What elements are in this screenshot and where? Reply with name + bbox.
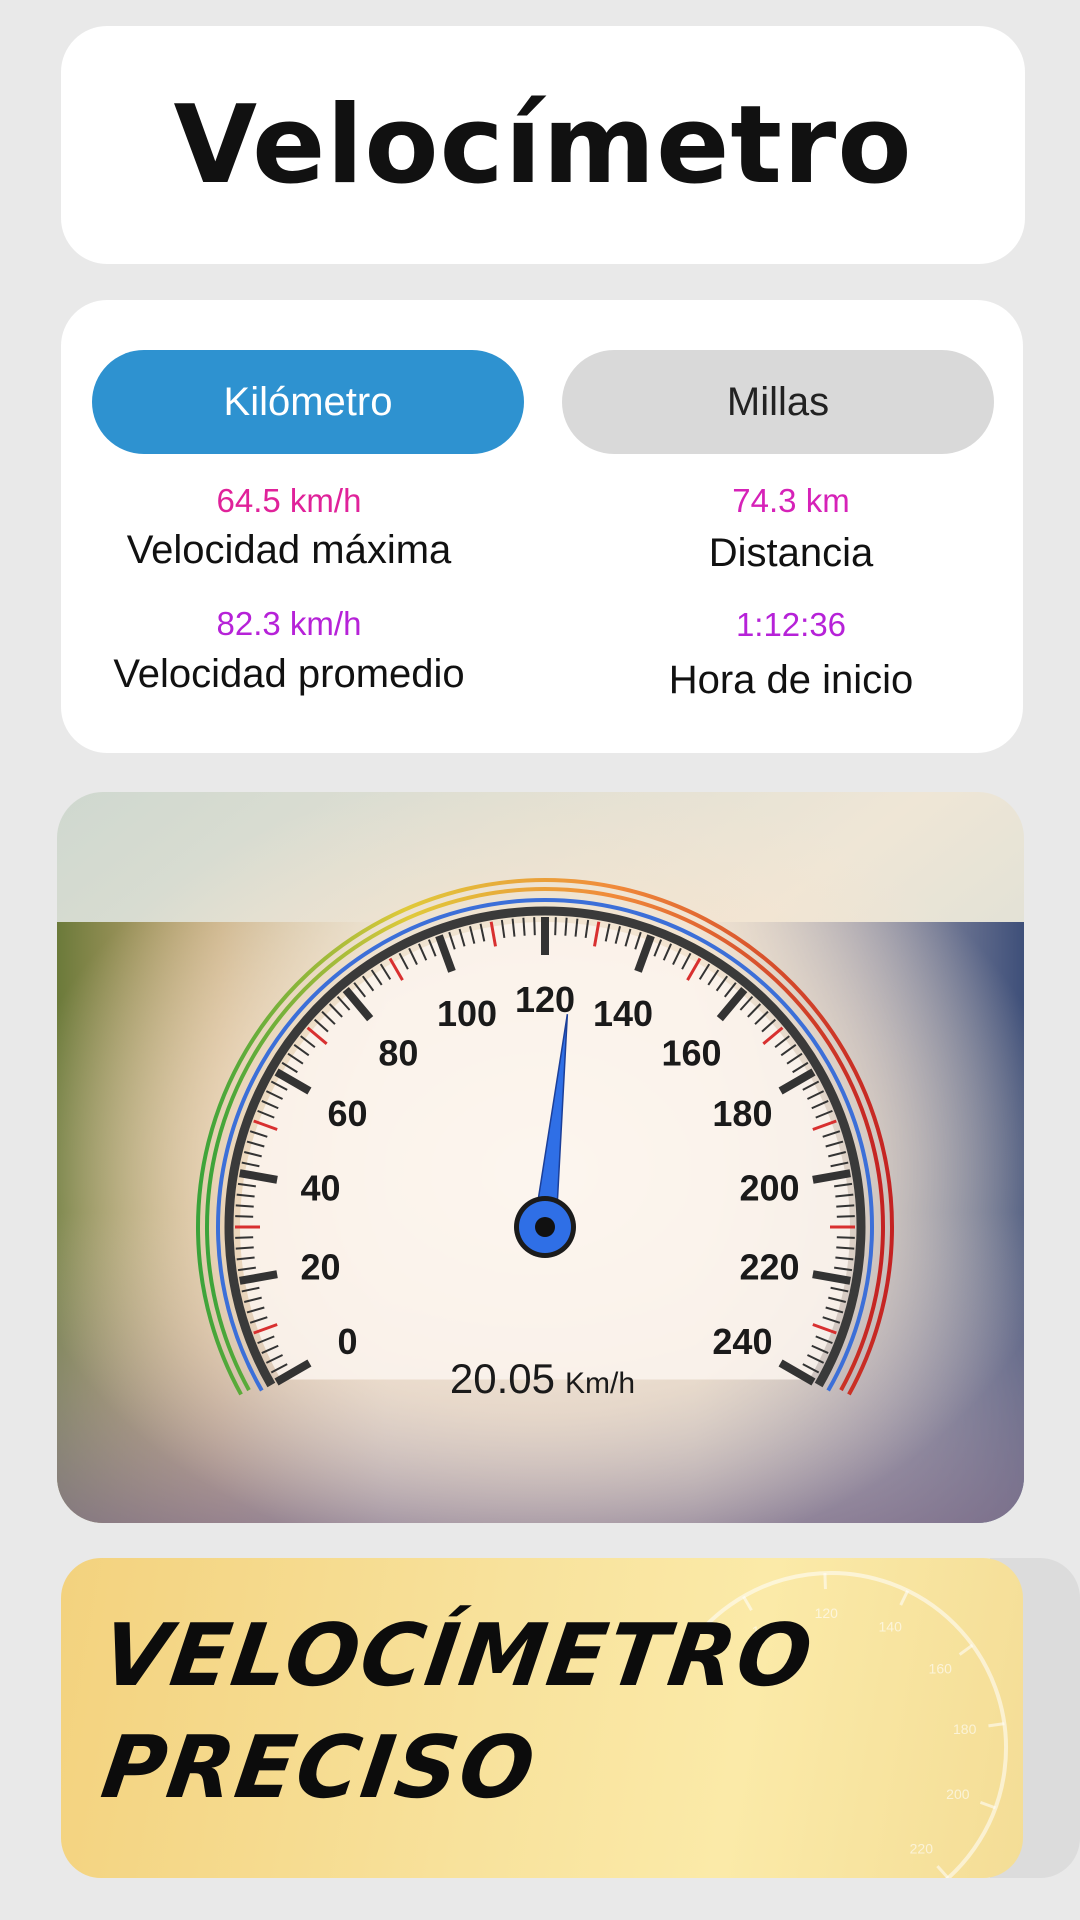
watermark-tick <box>823 1573 827 1590</box>
gauge-tick-label: 100 <box>437 993 497 1034</box>
gauge-tick <box>836 1246 855 1250</box>
max-speed-label: Velocidad máxima <box>126 528 452 572</box>
speedometer-gauge: 0 20 40 6080 100 120 140160 180 200 220 240 20.05 Km… <box>57 792 1024 1523</box>
distance-label: Distancia <box>708 531 874 575</box>
avg-speed-label: Velocidad promedio <box>113 652 465 696</box>
gauge-tick-label: 160 <box>662 1032 722 1073</box>
gauge-tick <box>554 917 557 936</box>
start-time-label: Hora de inicio <box>668 658 914 702</box>
max-speed-value: 64.5 km/h <box>216 482 362 519</box>
gauge-tick-label: 140 <box>593 993 653 1034</box>
kilometer-unit-button[interactable]: Kilómetro <box>92 350 524 454</box>
gauge-tick-label: 80 <box>378 1032 418 1073</box>
gauge-tick-label: 20 <box>300 1247 340 1288</box>
gauge-tick <box>836 1204 855 1208</box>
gauge-tick <box>533 917 536 936</box>
banner-line-2: PRECISO <box>95 1718 543 1818</box>
speedometer-card: 0 20 40 60 80 100 120 140 160 180 200 220 240 20.05 Km… <box>57 792 1024 1523</box>
gauge-tick-label: 120 <box>515 979 575 1020</box>
promo-banner[interactable]: 100 120 140 160 180 200 220 VELOCÍMETRO PRECIS… <box>61 1558 1023 1878</box>
watermark-tick <box>899 1590 910 1606</box>
gauge-tick <box>836 1215 855 1218</box>
miles-unit-button[interactable]: Millas <box>562 350 994 454</box>
speed-readout-value: 20.05 <box>450 1355 555 1402</box>
avg-speed-value: 82.3 km/h <box>216 605 362 642</box>
gauge-tick-label: 40 <box>300 1167 340 1208</box>
gauge-tick-label: 60 <box>328 1093 368 1134</box>
gauge-tick-label: 220 <box>739 1247 799 1288</box>
gauge-tick-label: 0 <box>338 1321 358 1362</box>
watermark-label: 160 <box>929 1661 953 1677</box>
gauge-tick <box>564 917 568 936</box>
gauge-tick-label: 240 <box>712 1321 772 1362</box>
watermark-tick <box>979 1800 996 1810</box>
start-time-value: 1:12:36 <box>735 606 847 643</box>
speed-readout-unit: Km/h <box>565 1367 635 1400</box>
gauge-tick <box>235 1215 254 1218</box>
gauge-tick-label: 200 <box>739 1167 799 1208</box>
watermark-label: 140 <box>879 1619 903 1635</box>
app-title: Velocímetro <box>173 82 913 208</box>
watermark-label: 180 <box>953 1721 977 1737</box>
gauge-tick <box>836 1236 855 1239</box>
gauge-tick-label: 180 <box>712 1093 772 1134</box>
watermark-tick <box>958 1643 974 1656</box>
gauge-tick <box>235 1204 254 1208</box>
watermark-label: 220 <box>910 1840 934 1856</box>
gauge-tick <box>235 1236 254 1239</box>
gauge-tick <box>235 1246 254 1250</box>
watermark-tick <box>988 1722 1005 1728</box>
stats-card: Kilómetro Millas 64.5 km/h Velocidad máx… <box>61 300 1023 753</box>
title-card: Velocímetro <box>61 26 1025 264</box>
banner-line-1: VELOCÍMETRO <box>95 1606 820 1706</box>
needle-hub-center <box>535 1217 555 1237</box>
watermark-label: 200 <box>946 1786 970 1802</box>
watermark-tick <box>936 1865 950 1878</box>
distance-value: 74.3 km <box>732 482 850 519</box>
gauge-tick <box>522 917 526 936</box>
